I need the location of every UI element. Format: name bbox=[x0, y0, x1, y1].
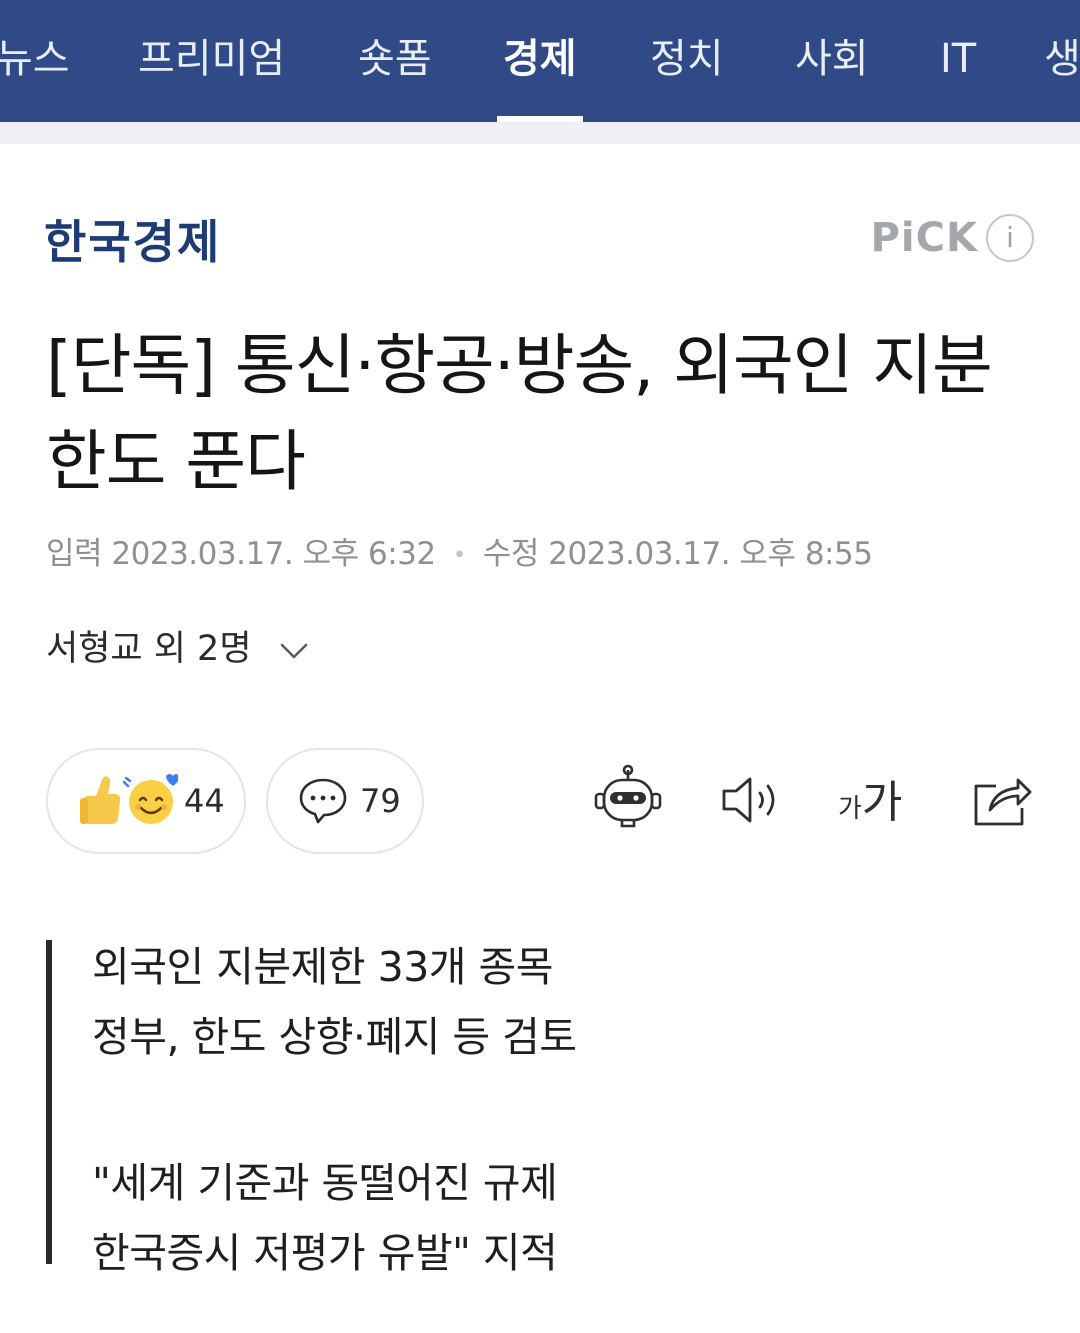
category-nav: 뉴스 프리미엄 숏폼 경제 정치 사회 IT 생 bbox=[0, 0, 1080, 122]
tab-politics[interactable]: 정치 bbox=[650, 0, 724, 122]
reporter-name: 서형교 외 2명 bbox=[46, 629, 252, 669]
tts-button[interactable] bbox=[716, 764, 788, 836]
article-timestamps: 입력 2023.03.17. 오후 6:32 • 수정 2023.03.17. … bbox=[46, 528, 873, 572]
section-divider bbox=[0, 122, 1080, 144]
share-button[interactable] bbox=[968, 764, 1040, 836]
chevron-down-icon bbox=[279, 630, 309, 670]
tab-life[interactable]: 생 bbox=[1044, 0, 1080, 122]
tab-shortform[interactable]: 숏폼 bbox=[358, 0, 432, 122]
tab-it[interactable]: IT bbox=[940, 0, 976, 122]
font-size-big-glyph: 가 bbox=[861, 777, 903, 828]
summary-line: "세계 기준과 동떨어진 규제 bbox=[92, 1159, 558, 1207]
reaction-count: 44 bbox=[184, 782, 225, 820]
tab-society[interactable]: 사회 bbox=[795, 0, 869, 122]
separator-dot: • bbox=[452, 543, 466, 568]
summary-spacer bbox=[92, 1072, 992, 1148]
summary-bot-button[interactable] bbox=[592, 764, 664, 836]
article-summary: 외국인 지분제한 33개 종목 정부, 한도 상향·폐지 등 검토 "세계 기준… bbox=[92, 932, 992, 1288]
pick-badge: PiCK i bbox=[834, 212, 1034, 264]
edit-label: 수정 bbox=[482, 536, 540, 572]
reporter-toggle[interactable]: 서형교 외 2명 bbox=[46, 620, 309, 670]
speaker-icon bbox=[716, 764, 788, 836]
summary-line: 정부, 한도 상향·폐지 등 검토 bbox=[92, 1013, 577, 1061]
tab-news[interactable]: 뉴스 bbox=[0, 0, 70, 122]
edit-time: 2023.03.17. 오후 8:55 bbox=[548, 536, 873, 572]
font-size-button[interactable]: 가가 bbox=[838, 766, 902, 836]
press-logo[interactable]: 한국경제 bbox=[44, 206, 221, 269]
input-label: 입력 bbox=[46, 536, 103, 572]
comment-button[interactable]: 79 bbox=[266, 748, 424, 854]
comment-count: 79 bbox=[360, 782, 401, 820]
tab-economy[interactable]: 경제 bbox=[503, 0, 577, 122]
summary-line: 한국증시 저평가 유발" 지적 bbox=[92, 1229, 558, 1277]
thumbs-up-smile-icon bbox=[78, 772, 180, 836]
input-time: 2023.03.17. 오후 6:32 bbox=[111, 536, 436, 572]
info-icon[interactable]: i bbox=[986, 214, 1034, 262]
reaction-button[interactable]: 44 bbox=[46, 748, 246, 854]
font-size-small-glyph: 가 bbox=[838, 794, 862, 824]
article-title-line2: 한도 푼다 bbox=[46, 423, 306, 500]
article-title: [단독] 통신·항공·방송, 외국인 지분 한도 푼다 bbox=[46, 318, 1036, 510]
article-title-line1: [단독] 통신·항공·방송, 외국인 지분 bbox=[46, 327, 993, 404]
summary-quote-bar bbox=[46, 940, 52, 1264]
share-icon bbox=[968, 764, 1040, 836]
speech-bubble-icon bbox=[298, 776, 348, 830]
tab-premium[interactable]: 프리미엄 bbox=[138, 0, 285, 122]
pick-label: PiCK bbox=[870, 215, 978, 261]
summary-line: 외국인 지분제한 33개 종목 bbox=[92, 943, 553, 991]
robot-icon bbox=[592, 764, 664, 836]
